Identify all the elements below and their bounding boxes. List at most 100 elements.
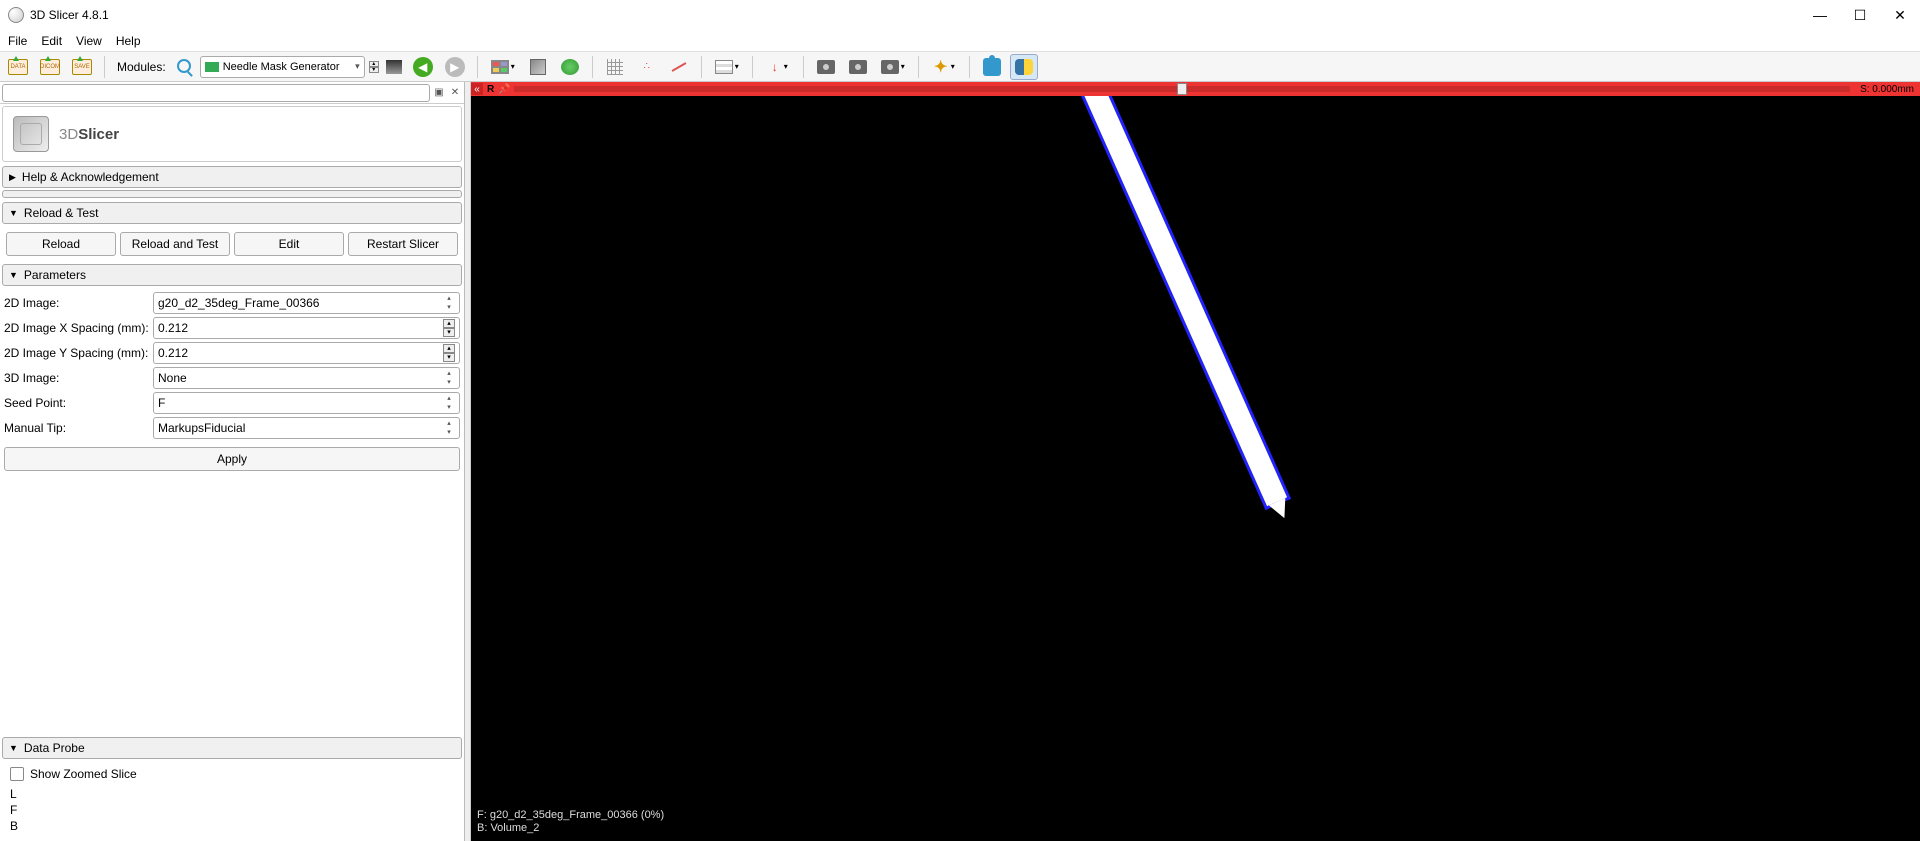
panel-search-row: ▣ ✕ xyxy=(0,82,464,104)
combo-arrows[interactable]: ▴▾ xyxy=(443,394,455,412)
field-y-spacing[interactable]: 0.212 ▴▾ xyxy=(153,342,460,364)
needle-fill xyxy=(1082,96,1287,506)
module-selected-text: Needle Mask Generator xyxy=(223,61,351,73)
window-controls: — ☐ ✕ xyxy=(1814,9,1912,21)
save-icon: SAVE xyxy=(72,59,92,75)
panel-close-icon[interactable]: ✕ xyxy=(448,86,462,100)
panel-spacer xyxy=(0,475,464,735)
toolbar-scene-view-menu[interactable]: ▾ xyxy=(876,54,910,80)
combo-arrows[interactable]: ▴▾ xyxy=(443,419,455,437)
section-parameters[interactable]: ▼ Parameters xyxy=(2,264,462,286)
label-seed-point: Seed Point: xyxy=(4,396,149,410)
field-x-spacing[interactable]: 0.212 ▴▾ xyxy=(153,317,460,339)
cube-icon xyxy=(530,59,546,75)
field-seed-point[interactable]: F ▴▾ xyxy=(153,392,460,414)
slice-canvas[interactable]: F: g20_d2_35deg_Frame_00366 (0%) B: Volu… xyxy=(471,96,1920,841)
toolbar-markups[interactable]: ∴ xyxy=(633,54,661,80)
apply-button[interactable]: Apply xyxy=(4,447,460,471)
chevron-down-icon: ▾ xyxy=(784,62,788,71)
field-3d-image[interactable]: None ▴▾ xyxy=(153,367,460,389)
slice-menu-toggle[interactable]: « xyxy=(471,83,483,95)
section-strip xyxy=(2,190,462,198)
restart-button[interactable]: Restart Slicer xyxy=(348,232,458,256)
chevron-down-icon: ▼ xyxy=(9,743,18,753)
label-x-spacing: 2D Image X Spacing (mm): xyxy=(4,321,149,335)
slider-handle[interactable] xyxy=(1177,83,1187,95)
toolbar-mouse-mode[interactable]: ✦ ▾ xyxy=(927,54,961,80)
label-manual-tip: Manual Tip: xyxy=(4,421,149,435)
slice-offset-slider[interactable] xyxy=(514,86,1850,92)
toolbar-back[interactable]: ◀ xyxy=(409,54,437,80)
toolbar-toggle-visibility[interactable]: ▾ xyxy=(710,54,744,80)
slice-header: « R 📌 S: 0.000mm xyxy=(471,82,1920,96)
data-icon: DATA xyxy=(8,59,28,75)
toolbar-volume-rendering[interactable] xyxy=(524,54,552,80)
app-icon xyxy=(8,7,24,23)
menu-file[interactable]: File xyxy=(8,34,27,48)
toolbar-separator xyxy=(752,56,753,78)
toolbar-save[interactable]: SAVE xyxy=(68,54,96,80)
panel-pin-icon[interactable]: ▣ xyxy=(432,86,446,100)
toolbar-load-data[interactable]: DATA xyxy=(4,54,32,80)
menu-bar: File Edit View Help xyxy=(0,30,1920,52)
show-zoomed-checkbox[interactable] xyxy=(10,767,24,781)
section-dataprobe[interactable]: ▼ Data Probe xyxy=(2,737,462,759)
menu-help[interactable]: Help xyxy=(116,34,141,48)
slice-offset-readout: S: 0.000mm xyxy=(1854,84,1920,95)
section-reload[interactable]: ▼ Reload & Test xyxy=(2,202,462,224)
module-selector[interactable]: Needle Mask Generator ▾ xyxy=(200,56,365,78)
close-button[interactable]: ✕ xyxy=(1894,9,1906,21)
section-help[interactable]: ▶ Help & Acknowledgement xyxy=(2,166,462,188)
field-2d-image[interactable]: g20_d2_35deg_Frame_00366 ▴▾ xyxy=(153,292,460,314)
reload-button[interactable]: Reload xyxy=(6,232,116,256)
layout-icon xyxy=(491,60,509,74)
section-dataprobe-label: Data Probe xyxy=(24,741,85,755)
toolbar-load-dicom[interactable]: DICOM xyxy=(36,54,64,80)
head-icon xyxy=(561,59,579,75)
toolbar-screenshot[interactable] xyxy=(812,54,840,80)
toolbar-window-level[interactable] xyxy=(383,54,405,80)
search-icon xyxy=(177,59,193,75)
section-parameters-label: Parameters xyxy=(24,268,86,282)
module-history-down[interactable]: ▾ xyxy=(369,67,379,73)
needle-overlay xyxy=(1082,96,1287,506)
gradient-icon xyxy=(386,60,402,74)
grid-icon xyxy=(607,59,623,75)
edit-button[interactable]: Edit xyxy=(234,232,344,256)
panel-search-input[interactable] xyxy=(2,84,430,102)
slice-orient-label: R xyxy=(483,84,498,95)
camera-list-icon xyxy=(881,60,899,74)
spin-arrows[interactable]: ▴▾ xyxy=(443,319,455,337)
toolbar-separator xyxy=(701,56,702,78)
spin-arrows[interactable]: ▴▾ xyxy=(443,344,455,362)
menu-edit[interactable]: Edit xyxy=(41,34,62,48)
toolbar-fiducial[interactable]: ↓ ▾ xyxy=(761,54,795,80)
main-area: ▣ ✕ 3DSlicer ▶ Help & Acknowledgement ▼ … xyxy=(0,82,1920,841)
label-3d-image: 3D Image: xyxy=(4,371,149,385)
toolbar-crosshair[interactable] xyxy=(601,54,629,80)
back-icon: ◀ xyxy=(413,57,433,77)
toolbar-module-search[interactable] xyxy=(174,54,196,80)
slicer-logo-row: 3DSlicer xyxy=(2,106,462,162)
combo-arrows[interactable]: ▴▾ xyxy=(443,294,455,312)
toolbar-separator xyxy=(969,56,970,78)
maximize-button[interactable]: ☐ xyxy=(1854,9,1866,21)
toolbar-separator xyxy=(918,56,919,78)
toolbar-segmentation[interactable] xyxy=(556,54,584,80)
camera-plus-icon xyxy=(849,60,867,74)
minimize-button[interactable]: — xyxy=(1814,9,1826,21)
combo-arrows[interactable]: ▴▾ xyxy=(443,369,455,387)
module-history-arrows: ▴ ▾ xyxy=(369,61,379,73)
menu-view[interactable]: View xyxy=(76,34,102,48)
slice-pin-icon[interactable]: 📌 xyxy=(498,84,510,95)
toolbar-python-console[interactable] xyxy=(1010,54,1038,80)
toolbar-scene-view[interactable] xyxy=(844,54,872,80)
toolbar-ruler[interactable] xyxy=(665,54,693,80)
reload-test-button[interactable]: Reload and Test xyxy=(120,232,230,256)
field-x-spacing-value: 0.212 xyxy=(158,321,443,335)
toolbar-layout[interactable]: ▾ xyxy=(486,54,520,80)
toolbar-extensions[interactable] xyxy=(978,54,1006,80)
slice-overlay-text: F: g20_d2_35deg_Frame_00366 (0%) B: Volu… xyxy=(477,809,664,835)
field-manual-tip[interactable]: MarkupsFiducial ▴▾ xyxy=(153,417,460,439)
toolbar-forward[interactable]: ▶ xyxy=(441,54,469,80)
